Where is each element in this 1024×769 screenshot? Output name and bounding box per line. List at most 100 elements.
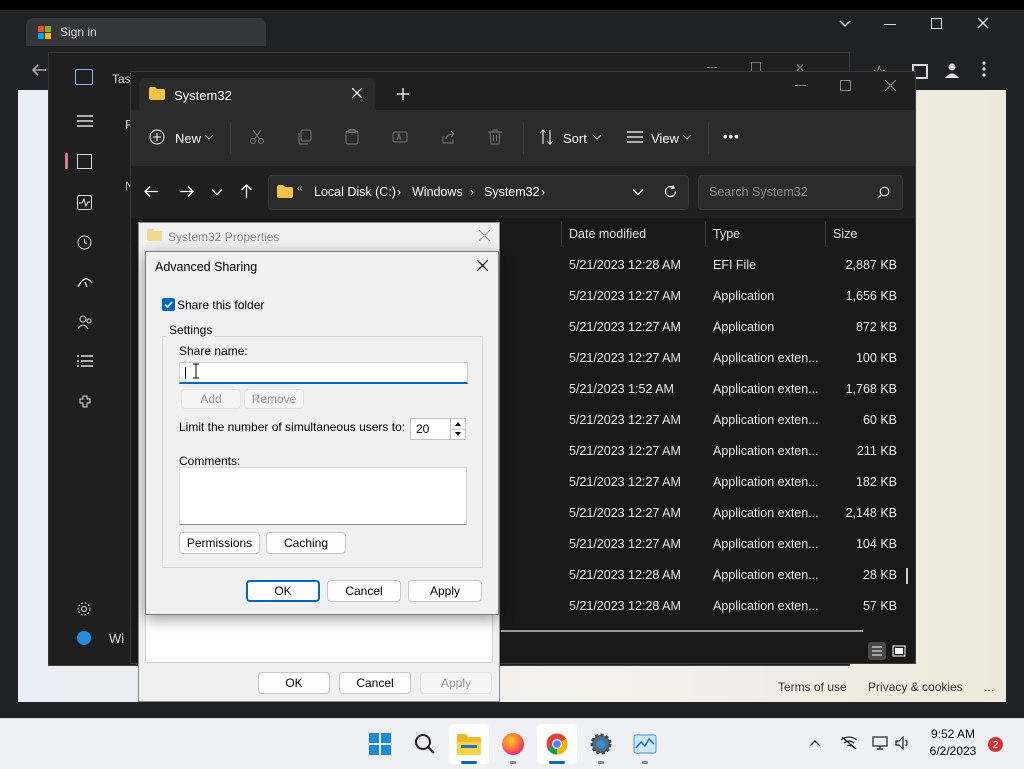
cut-icon[interactable] [249,129,265,145]
limit-users-stepper[interactable]: 20 [410,418,466,440]
table-row[interactable]: 5/21/2023 12:28 AM Application exten... … [501,591,901,622]
browser-tab[interactable]: Sign in [26,18,266,46]
share-name-input[interactable] [179,362,468,384]
share-folder-label[interactable]: Share this folder [177,298,264,312]
table-row[interactable]: 5/21/2023 12:27 AM Application exten... … [501,467,901,498]
table-row[interactable]: 5/21/2023 12:27 AM Application exten... … [501,436,901,467]
column-separator[interactable] [705,221,706,247]
tiles-view-icon[interactable] [890,642,908,660]
settings-taskbar-button[interactable] [581,724,621,764]
display-icon[interactable] [872,736,888,750]
new-tab-icon[interactable] [397,88,409,100]
vertical-scrollbar-thumb[interactable] [906,568,908,584]
breadcrumb-windows[interactable]: Windows [412,185,463,199]
menu-dots-icon[interactable] [982,61,986,77]
share-folder-checkbox[interactable] [162,298,175,311]
table-row[interactable]: 5/21/2023 12:27 AM Application exten... … [501,529,901,560]
hamburger-icon[interactable] [77,115,93,127]
breadcrumb-local-disk[interactable]: Local Disk (C:) [314,185,396,199]
properties-ok-button[interactable]: OK [258,672,330,694]
column-header-type[interactable]: Type [713,227,740,241]
permissions-button[interactable]: Permissions [179,532,260,554]
table-row[interactable]: 5/21/2023 12:27 AM Application exten... … [501,343,901,374]
firefox-taskbar-button[interactable] [493,724,533,764]
network-icon[interactable] [840,736,858,750]
close-icon[interactable] [885,80,896,91]
forward-arrow-icon[interactable] [179,185,194,198]
terms-link[interactable]: Terms of use [778,680,847,694]
clock[interactable]: 9:52 AM 6/2/2023 [920,727,986,761]
properties-apply-button[interactable]: Apply [420,672,492,694]
maximize-icon[interactable] [840,80,851,91]
back-arrow-icon[interactable] [30,62,48,78]
table-row[interactable]: 5/21/2023 12:27 AM Application 872 KB [501,312,901,343]
address-dropdown-icon[interactable] [633,189,643,195]
properties-cancel-button[interactable]: Cancel [339,672,411,694]
volume-icon[interactable] [895,736,911,750]
table-row[interactable]: 5/21/2023 12:28 AM EFI File 2,887 KB [501,250,901,281]
spin-down-icon[interactable] [450,429,465,439]
file-explorer-taskbar-button[interactable] [449,724,489,764]
search-box[interactable]: Search System32 [698,175,903,210]
maximize-icon[interactable] [931,18,942,29]
details-view-icon[interactable] [868,642,886,660]
processes-icon[interactable] [77,154,92,169]
up-arrow-icon[interactable] [240,184,253,199]
address-bar[interactable]: « Local Disk (C:) › Windows › System32 › [268,175,689,210]
overflow-chevron[interactable]: « [297,183,303,194]
comments-textarea[interactable] [179,467,467,525]
breadcrumb-system32[interactable]: System32 [484,185,540,199]
recent-locations-icon[interactable] [212,189,222,195]
settings-gear-icon[interactable] [76,601,92,617]
view-button[interactable]: View [627,128,693,150]
table-row[interactable]: 5/21/2023 12:27 AM Application exten... … [501,405,901,436]
share-icon[interactable] [440,129,456,145]
more-options-button[interactable]: ••• [723,129,740,144]
ok-button[interactable]: OK [246,580,320,602]
services-icon[interactable] [77,395,93,411]
performance-icon[interactable] [77,195,92,210]
min-icon[interactable] [707,67,717,68]
profile-icon[interactable] [943,61,961,79]
chevron-down-icon[interactable] [838,16,852,30]
column-header-size[interactable]: Size [833,227,857,241]
remove-button[interactable]: Remove [244,389,304,409]
search-button[interactable] [405,724,445,764]
more-link[interactable]: ... [984,680,994,694]
apply-button[interactable]: Apply [408,580,482,602]
close-tab-icon[interactable] [352,88,362,98]
back-arrow-icon[interactable] [144,185,159,198]
table-row[interactable]: 5/21/2023 12:27 AM Application 1,656 KB [501,281,901,312]
startup-apps-icon[interactable] [77,275,93,289]
add-button[interactable]: Add [181,389,241,409]
close-icon[interactable] [976,16,990,30]
close-icon[interactable] [479,230,490,241]
paste-icon[interactable] [345,129,359,145]
notification-badge[interactable]: 2 [988,737,1003,752]
table-row[interactable]: 5/21/2023 12:27 AM Application exten... … [501,498,901,529]
table-row[interactable]: 5/21/2023 12:28 AM Application exten... … [501,560,901,591]
minimize-icon[interactable] [795,85,806,86]
new-button[interactable]: New [149,128,217,150]
horizontal-scrollbar[interactable] [501,630,863,632]
task-manager-taskbar-button[interactable] [625,724,665,764]
cancel-button[interactable]: Cancel [327,580,401,602]
app-history-icon[interactable] [77,235,92,250]
copy-icon[interactable] [297,129,313,145]
minimize-icon[interactable] [884,24,896,25]
show-hidden-icons-chevron-icon[interactable] [809,739,821,747]
column-separator[interactable] [561,221,562,247]
details-icon[interactable] [77,355,93,367]
refresh-icon[interactable] [664,185,677,198]
start-button[interactable] [360,724,400,764]
rename-icon[interactable] [392,129,408,145]
table-row[interactable]: 5/21/2023 1:52 AM Application exten... 1… [501,374,901,405]
chrome-taskbar-button[interactable] [537,724,577,764]
sort-button[interactable]: Sort [539,128,603,150]
column-header-date-modified[interactable]: Date modified [569,227,646,241]
explorer-tab[interactable]: System32 [139,78,375,110]
delete-icon[interactable] [488,129,502,145]
caching-button[interactable]: Caching [266,532,346,554]
users-icon[interactable] [77,315,93,330]
close-icon[interactable] [477,260,488,271]
